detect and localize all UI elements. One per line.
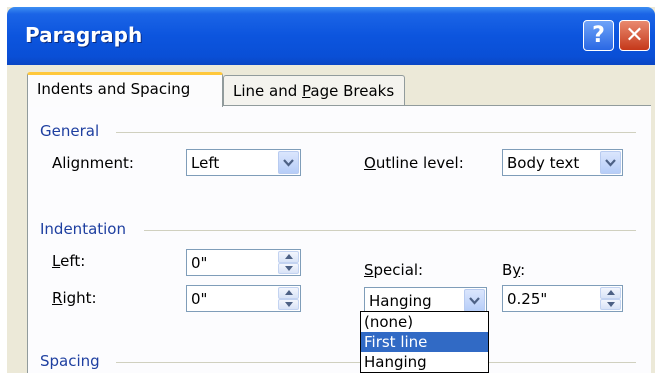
right-indent-spinner[interactable]: 0" <box>186 285 301 312</box>
spin-up-button[interactable] <box>600 287 621 299</box>
spin-up-button[interactable] <box>278 287 299 299</box>
section-divider <box>144 230 636 231</box>
paragraph-dialog: Paragraph ? ✕ Indents and Spacing Line a… <box>7 7 655 373</box>
spinner-updown-icon[interactable] <box>278 287 299 310</box>
outline-level-label: Outline level: <box>364 154 464 172</box>
by-label: By: <box>502 261 526 279</box>
chevron-down-icon[interactable] <box>278 151 299 174</box>
right-indent-label: Right: <box>52 289 97 307</box>
tab-label: Indents and Spacing <box>37 80 191 98</box>
dropdown-option-first-line[interactable]: First line <box>361 332 488 352</box>
outline-level-select[interactable]: Body text <box>502 149 623 176</box>
left-indent-value: 0" <box>191 254 208 272</box>
chevron-down-icon[interactable] <box>464 289 485 312</box>
section-indentation-label: Indentation <box>40 220 126 238</box>
tab-indents-and-spacing[interactable]: Indents and Spacing <box>27 72 223 107</box>
spin-up-button[interactable] <box>278 251 299 263</box>
left-indent-spinner[interactable]: 0" <box>186 249 301 276</box>
outline-level-value: Body text <box>507 154 580 172</box>
alignment-value: Left <box>191 154 220 172</box>
section-general-label: General <box>40 122 100 140</box>
alignment-select[interactable]: Left <box>186 149 301 176</box>
special-dropdown-list[interactable]: (none) First line Hanging <box>360 311 489 373</box>
special-label: Special: <box>364 261 424 279</box>
tab-panel: General Alignment: Left Outline level: B… <box>27 105 651 373</box>
close-button[interactable]: ✕ <box>619 20 650 51</box>
spinner-updown-icon[interactable] <box>278 251 299 274</box>
special-value: Hanging <box>369 292 432 310</box>
spin-down-button[interactable] <box>600 298 621 310</box>
window-title: Paragraph <box>25 23 143 47</box>
by-value: 0.25" <box>507 290 548 308</box>
help-button[interactable]: ? <box>583 20 614 51</box>
section-divider <box>116 132 636 133</box>
by-spinner[interactable]: 0.25" <box>502 285 623 312</box>
dropdown-option-hanging[interactable]: Hanging <box>361 352 488 372</box>
left-indent-label: Left: <box>52 252 86 270</box>
tab-label: Line and Page Breaks <box>233 82 395 100</box>
right-indent-value: 0" <box>191 290 208 308</box>
spin-down-button[interactable] <box>278 298 299 310</box>
tab-line-and-page-breaks[interactable]: Line and Page Breaks <box>223 75 405 107</box>
special-select[interactable]: Hanging <box>364 287 487 314</box>
alignment-label: Alignment: <box>52 154 134 172</box>
close-icon: ✕ <box>625 23 644 48</box>
spinner-updown-icon[interactable] <box>600 287 621 310</box>
spin-down-button[interactable] <box>278 262 299 274</box>
dialog-body: Indents and Spacing Line and Page Breaks… <box>12 65 652 373</box>
title-bar[interactable]: Paragraph ? ✕ <box>7 7 655 65</box>
section-spacing-label: Spacing <box>40 352 100 370</box>
dropdown-option-none[interactable]: (none) <box>361 312 488 332</box>
chevron-down-icon[interactable] <box>600 151 621 174</box>
help-icon: ? <box>592 23 605 48</box>
